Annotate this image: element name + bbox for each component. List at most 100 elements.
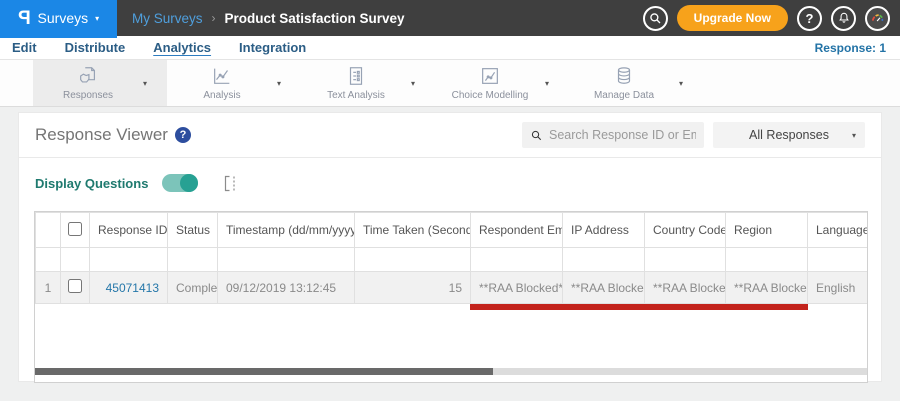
search-icon — [531, 130, 542, 140]
table-controls-row: Display Questions — [19, 158, 881, 192]
chevron-down-icon[interactable]: ▾ — [277, 79, 301, 88]
cell-respondent-email: **RAA Blocked** — [470, 271, 563, 304]
filter-cell[interactable] — [354, 247, 471, 272]
response-search-box — [522, 122, 704, 148]
question-mark-icon: ? — [805, 10, 814, 26]
toolbar-item-label: Responses — [62, 90, 114, 101]
analysis-icon — [211, 65, 233, 87]
filter-cell[interactable] — [807, 247, 867, 272]
tab-distribute[interactable]: Distribute — [65, 40, 126, 55]
bell-icon — [838, 12, 849, 23]
table-row: 1 45071413 Completed 09/12/2019 13:12:45… — [35, 271, 867, 304]
header-status[interactable]: Status — [167, 212, 218, 248]
cell-time-taken: 15 — [354, 271, 471, 304]
survey-nav-bar: Edit Distribute Analytics Integration Re… — [0, 36, 900, 60]
response-filter-dropdown[interactable]: All Responses ▾ — [713, 122, 865, 148]
row-checkbox[interactable] — [68, 279, 82, 293]
toggle-knob — [180, 174, 199, 192]
display-questions-toggle[interactable] — [162, 174, 199, 192]
notifications-button[interactable] — [831, 5, 856, 31]
filter-cell — [35, 247, 61, 272]
cell-ip-address: **RAA Blocked** — [562, 271, 645, 304]
display-questions-label: Display Questions — [35, 175, 149, 191]
horizontal-scrollbar[interactable] — [35, 368, 867, 375]
chevron-down-icon[interactable]: ▾ — [545, 79, 569, 88]
chevron-down-icon: ▾ — [851, 130, 856, 140]
header-response-id[interactable]: Response ID▼ — [89, 212, 168, 248]
row-number: 1 — [35, 271, 61, 304]
questionpro-logo-icon: P — [17, 7, 31, 29]
surveys-product-menu[interactable]: P Surveys ▾ — [0, 0, 117, 36]
cell-region: **RAA Blocked** — [725, 271, 808, 304]
select-all-checkbox[interactable] — [68, 221, 82, 236]
header-ip-address[interactable]: IP Address — [562, 212, 645, 248]
cell-timestamp: 09/12/2019 13:12:45 — [217, 271, 355, 304]
header-checkbox-cell — [60, 212, 90, 248]
breadcrumb-my-surveys[interactable]: My Surveys — [132, 11, 203, 26]
toolbar-item-manage-data[interactable]: Manage Data ▾ — [569, 60, 703, 106]
header-region[interactable]: Region — [725, 212, 808, 248]
header-label: Respondent Email — [479, 223, 562, 237]
chevron-down-icon[interactable]: ▾ — [411, 79, 435, 88]
table-header-row: Response ID▼ Status Timestamp (dd/mm/yyy… — [35, 212, 868, 248]
tab-integration[interactable]: Integration — [239, 40, 306, 55]
freeze-columns-icon[interactable] — [224, 175, 238, 192]
tab-edit[interactable]: Edit — [12, 40, 37, 55]
filter-cell[interactable] — [562, 247, 645, 272]
upgrade-now-button[interactable]: Upgrade Now — [676, 5, 788, 31]
response-id-link[interactable]: 45071413 — [106, 281, 159, 295]
header-label: IP Address — [571, 223, 629, 237]
header-label: Language — [816, 223, 868, 237]
scrollbar-thumb[interactable] — [35, 368, 493, 375]
cell-response-id: 45071413 — [89, 271, 168, 304]
tab-analytics[interactable]: Analytics — [153, 40, 211, 55]
header-time-taken[interactable]: Time Taken (Seconds)⇅ — [354, 212, 471, 248]
choice-modelling-icon — [479, 65, 501, 87]
breadcrumb-separator: › — [211, 11, 216, 25]
header-country-code[interactable]: Country Code — [644, 212, 726, 248]
chevron-down-icon[interactable]: ▾ — [679, 79, 703, 88]
manage-data-icon — [613, 65, 635, 87]
responses-table: Response ID▼ Status Timestamp (dd/mm/yyy… — [35, 212, 868, 304]
analytics-toolbar: Responses ▾ Analysis ▾ Text Analysis ▾ C… — [0, 60, 900, 107]
filter-cell — [60, 247, 90, 272]
cell-country-code: **RAA Blocked** — [644, 271, 726, 304]
header-respondent-email[interactable]: Respondent Email — [470, 212, 563, 248]
response-viewer-header: Response Viewer ? All Responses ▾ — [19, 113, 881, 158]
response-viewer-panel: Response Viewer ? All Responses ▾ Displa… — [18, 112, 882, 383]
logo-accent-line — [0, 36, 117, 38]
toolbar-item-choice-modelling[interactable]: Choice Modelling ▾ — [435, 60, 569, 106]
filter-cell[interactable] — [217, 247, 355, 272]
header-timestamp[interactable]: Timestamp (dd/mm/yyyy)⇅ — [217, 212, 355, 248]
responses-icon — [77, 65, 99, 87]
search-icon — [649, 12, 661, 23]
breadcrumb-survey-title: Product Satisfaction Survey — [224, 10, 405, 26]
account-avatar[interactable] — [865, 5, 890, 31]
help-button[interactable]: ? — [797, 5, 822, 31]
topbar: P Surveys ▾ My Surveys › Product Satisfa… — [0, 0, 900, 36]
search-response-input[interactable] — [549, 128, 696, 142]
help-icon[interactable]: ? — [174, 127, 191, 143]
header-label: Timestamp (dd/mm/yyyy) — [226, 223, 355, 237]
toolbar-item-responses[interactable]: Responses ▾ — [33, 60, 167, 106]
filter-cell[interactable] — [167, 247, 218, 272]
response-count-label: Response: 1 — [814, 41, 886, 55]
header-label: Region — [734, 223, 773, 237]
product-label: Surveys — [37, 10, 89, 26]
search-button[interactable] — [642, 5, 668, 31]
chevron-down-icon: ▾ — [95, 13, 100, 23]
toolbar-item-label: Manage Data — [593, 90, 655, 101]
gauge-icon — [872, 13, 884, 21]
cell-status: Completed — [167, 271, 218, 304]
filter-cell[interactable] — [470, 247, 563, 272]
toolbar-item-analysis[interactable]: Analysis ▾ — [167, 60, 301, 106]
cell-language: English — [807, 271, 867, 304]
toolbar-item-text-analysis[interactable]: Text Analysis ▾ — [301, 60, 435, 106]
toolbar-item-label: Choice Modelling — [451, 90, 529, 101]
filter-cell[interactable] — [725, 247, 808, 272]
chevron-down-icon[interactable]: ▾ — [143, 79, 167, 88]
filter-cell[interactable] — [89, 247, 168, 272]
filter-cell[interactable] — [644, 247, 726, 272]
toolbar-item-label: Analysis — [203, 90, 241, 101]
header-language[interactable]: Language — [807, 212, 868, 248]
